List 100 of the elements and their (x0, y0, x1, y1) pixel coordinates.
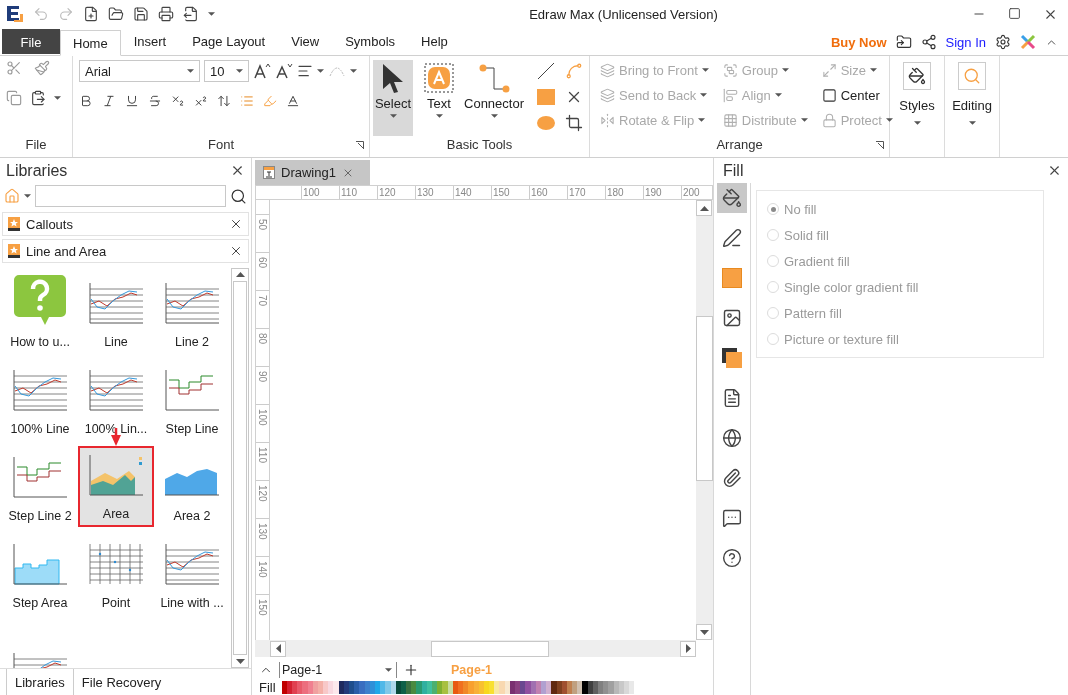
shape-item[interactable]: Line with ... (154, 527, 230, 614)
maximize-icon[interactable] (1008, 6, 1021, 20)
color-swatch[interactable] (483, 681, 490, 694)
home-icon[interactable] (4, 188, 20, 204)
color-swatch[interactable] (509, 681, 516, 694)
side-tool-button[interactable] (717, 183, 747, 213)
color-swatch[interactable] (608, 681, 614, 694)
color-swatch[interactable] (520, 681, 526, 694)
color-swatch[interactable] (546, 681, 552, 694)
scroll-down-icon[interactable] (235, 659, 245, 664)
shape-item[interactable]: Step Area (2, 527, 78, 614)
color-swatch[interactable] (572, 681, 578, 694)
shape-item[interactable]: 100% Lin... (78, 353, 154, 440)
color-swatch[interactable] (592, 681, 599, 694)
color-swatch[interactable] (463, 681, 469, 694)
color-swatch[interactable] (406, 681, 412, 694)
scrollbar[interactable] (696, 200, 713, 640)
tool-button[interactable]: Text (419, 60, 459, 136)
color-swatch[interactable] (359, 681, 365, 694)
color-swatch[interactable] (515, 681, 521, 694)
color-swatch[interactable] (426, 681, 433, 694)
print-icon[interactable] (158, 6, 174, 22)
dialog-launcher-icon[interactable] (876, 141, 884, 149)
color-swatch[interactable] (473, 681, 479, 694)
shape-item[interactable]: Area (78, 446, 154, 527)
curve-tool-icon[interactable] (565, 62, 583, 80)
grow-font-icon[interactable] (253, 63, 271, 79)
menu-tab[interactable]: Page Layout (179, 28, 279, 54)
color-swatch[interactable] (312, 681, 318, 694)
strikethrough-icon[interactable] (148, 94, 162, 108)
scroll-down-icon[interactable] (699, 629, 709, 635)
close-icon[interactable] (230, 163, 245, 178)
color-swatch[interactable] (603, 681, 609, 694)
menu-tab[interactable]: Home (60, 30, 121, 56)
document-tab[interactable]: Drawing1 (255, 160, 370, 185)
menu-tab[interactable]: File (2, 29, 60, 54)
color-swatch[interactable] (447, 681, 453, 694)
styles-button[interactable]: Styles (897, 60, 937, 157)
shape-item[interactable]: Step Line (154, 353, 230, 440)
folder-share-icon[interactable] (895, 34, 912, 50)
color-swatch[interactable] (323, 681, 329, 694)
color-swatch[interactable] (297, 681, 303, 694)
menu-tab[interactable]: View (278, 28, 333, 54)
close-icon[interactable] (229, 217, 243, 231)
color-swatch[interactable] (582, 681, 588, 694)
color-swatch[interactable] (629, 681, 635, 694)
scroll-right-icon[interactable] (685, 644, 691, 653)
tool-button[interactable]: Select (373, 60, 413, 136)
color-swatch[interactable] (364, 681, 370, 694)
scroll-left-icon[interactable] (275, 644, 281, 653)
color-swatch[interactable] (286, 681, 292, 694)
open-folder-icon[interactable] (108, 6, 124, 22)
highlight-icon[interactable] (263, 94, 277, 108)
ellipse-tool-icon[interactable] (537, 114, 555, 132)
editing-button[interactable]: Editing (952, 60, 992, 157)
color-swatch[interactable] (598, 681, 604, 694)
color-swatch[interactable] (432, 681, 438, 694)
color-swatch[interactable] (390, 681, 396, 694)
color-swatch[interactable] (369, 681, 375, 694)
shape-item[interactable]: Area 2 (154, 440, 230, 527)
menu-tab[interactable]: Help (408, 28, 461, 54)
font-color-icon[interactable] (286, 94, 300, 108)
shape-item[interactable]: How to u... (2, 266, 78, 353)
color-swatch[interactable] (541, 681, 547, 694)
color-swatch[interactable] (468, 681, 474, 694)
color-swatch[interactable] (375, 681, 381, 694)
search-icon[interactable] (230, 187, 247, 205)
search-field[interactable] (35, 185, 226, 207)
bullet-list-icon[interactable] (240, 94, 254, 108)
shape-item[interactable]: Step Line 2 (2, 440, 78, 527)
crop-icon[interactable] (565, 114, 583, 132)
color-swatch[interactable] (317, 681, 324, 694)
color-swatch[interactable] (587, 681, 593, 694)
color-swatch[interactable] (354, 681, 360, 694)
color-swatch[interactable] (349, 681, 355, 694)
color-swatch[interactable] (535, 681, 541, 694)
menu-tab[interactable]: Insert (120, 28, 180, 54)
shape-item[interactable]: Line (78, 266, 154, 353)
font-family-select[interactable]: Arial (79, 60, 200, 82)
undo-icon[interactable] (33, 6, 49, 22)
color-swatch[interactable] (442, 681, 448, 694)
paste-icon[interactable] (30, 90, 46, 106)
color-swatch[interactable] (577, 681, 583, 694)
font-size-select[interactable]: 10 (204, 60, 249, 82)
color-swatch[interactable] (556, 681, 562, 694)
save-icon[interactable] (133, 6, 149, 22)
line-spacing-icon[interactable] (217, 94, 231, 108)
scroll-up-icon[interactable] (699, 205, 709, 211)
color-swatch[interactable] (411, 681, 417, 694)
superscript-icon[interactable] (194, 94, 208, 108)
shrink-font-icon[interactable] (275, 63, 293, 79)
shape-item[interactable]: 100% Line (2, 353, 78, 440)
color-swatch[interactable] (437, 681, 443, 694)
underline-icon[interactable] (125, 94, 139, 108)
dialog-launcher-icon[interactable] (356, 141, 364, 149)
color-swatch[interactable] (421, 681, 427, 694)
align-text-icon[interactable] (297, 63, 313, 79)
rectangle-tool-icon[interactable] (537, 88, 555, 106)
library-section[interactable]: Callouts (2, 212, 249, 236)
copy-icon[interactable] (6, 90, 22, 106)
